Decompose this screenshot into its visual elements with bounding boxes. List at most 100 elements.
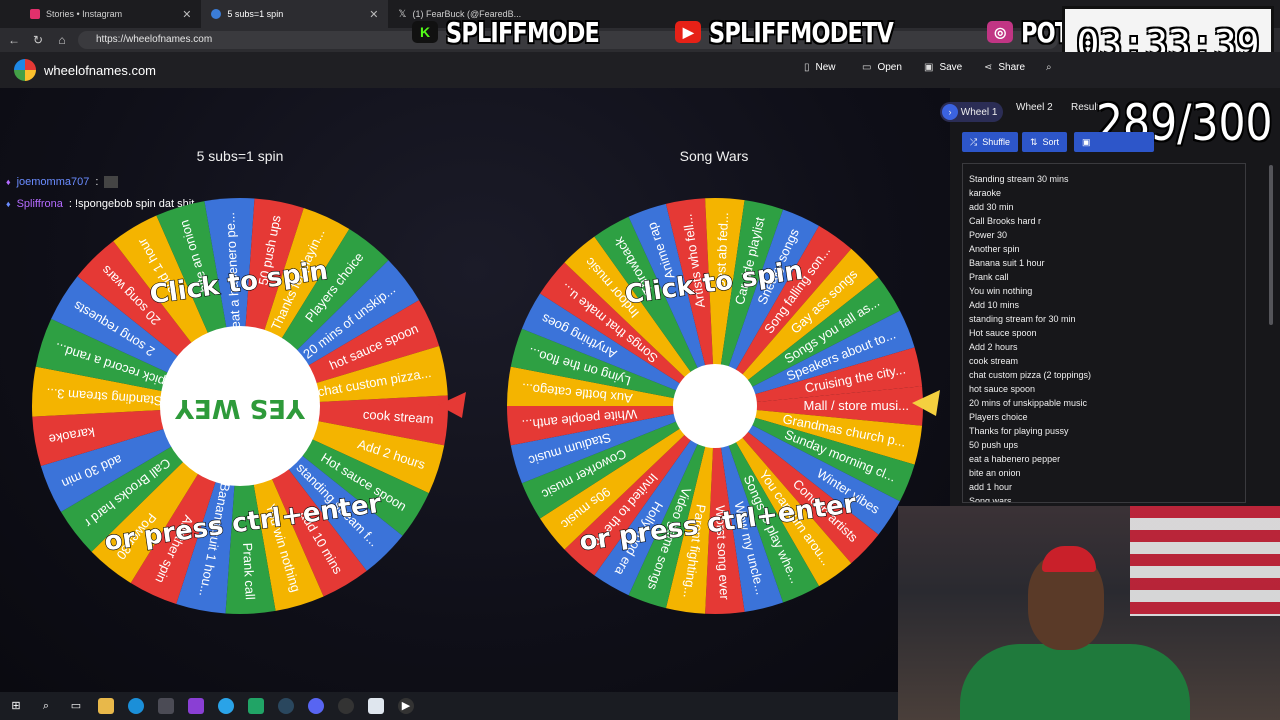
- entry-line[interactable]: Add 10 mins: [969, 298, 1239, 312]
- folder-icon[interactable]: [98, 698, 114, 714]
- tab-instagram[interactable]: Stories • Instagram ✕: [0, 0, 201, 28]
- obs-icon[interactable]: [338, 698, 354, 714]
- entry-line[interactable]: Call Brooks hard r: [969, 214, 1239, 228]
- tab-label: 5 subs=1 spin: [227, 9, 284, 19]
- entry-line[interactable]: bite an onion: [969, 466, 1239, 480]
- entry-line[interactable]: Thanks for playing pussy: [969, 424, 1239, 438]
- home-icon[interactable]: ⌂: [56, 33, 68, 47]
- wheel-2[interactable]: Mall / store musi...Grandmas church p...…: [505, 196, 925, 616]
- tab-label: Stories • Instagram: [46, 9, 123, 19]
- taskbar: ⊞ ⌕ ▭ ▶: [0, 692, 898, 720]
- back-icon[interactable]: ←: [8, 33, 20, 47]
- entry-line[interactable]: 50 push ups: [969, 438, 1239, 452]
- search-icon[interactable]: ⌕: [38, 698, 54, 714]
- emote-icon: [104, 176, 119, 188]
- share-label: Share: [998, 62, 1026, 73]
- brand-kick: SPLIFFMODE: [446, 15, 600, 49]
- discord-icon[interactable]: [308, 698, 324, 714]
- entries-scrollbar[interactable]: [1269, 165, 1273, 325]
- entry-line[interactable]: Hot sauce spoon: [969, 326, 1239, 340]
- webcam-feed: [898, 506, 1280, 720]
- chevron-right-icon: ›: [942, 104, 958, 120]
- entry-line[interactable]: hot sauce spoon: [969, 382, 1239, 396]
- entry-line[interactable]: Add 2 hours: [969, 340, 1239, 354]
- entry-line[interactable]: cook stream: [969, 354, 1239, 368]
- open-label: Open: [877, 62, 902, 73]
- entry-line[interactable]: Prank call: [969, 270, 1239, 284]
- media-icon[interactable]: ▶: [398, 698, 414, 714]
- chat-badge-icon: ♦: [6, 177, 11, 187]
- entry-line[interactable]: add 30 min: [969, 200, 1239, 214]
- entry-line[interactable]: chat custom pizza (2 toppings): [969, 368, 1239, 382]
- wheel-1-title: 5 subs=1 spin: [196, 148, 284, 164]
- entry-line[interactable]: Another spin: [969, 242, 1239, 256]
- close-icon[interactable]: ✕: [182, 8, 191, 21]
- windows-start-icon[interactable]: ⊞: [8, 698, 24, 714]
- wheel-2-pointer: [912, 390, 940, 416]
- site-header: wheelofnames.com: [0, 52, 1280, 88]
- search-icon: ⌕: [1046, 62, 1052, 73]
- entry-line[interactable]: standing stream for 30 min: [969, 312, 1239, 326]
- wheel-logo-icon: [14, 59, 36, 81]
- open-button[interactable]: ▭ Open: [862, 62, 902, 73]
- wheel-2-title: Song Wars: [679, 148, 749, 164]
- reload-icon[interactable]: ↻: [32, 33, 44, 47]
- image-button[interactable]: ▣: [1074, 132, 1154, 152]
- youtube-icon: ▶: [675, 21, 702, 43]
- app2-icon[interactable]: [248, 698, 264, 714]
- kick-icon: K: [412, 21, 438, 43]
- entry-line[interactable]: Standing stream 30 mins: [969, 172, 1239, 186]
- app3-icon[interactable]: [368, 698, 384, 714]
- new-button[interactable]: ▯ New: [804, 62, 836, 73]
- chat-badge-icon: ♦: [6, 199, 11, 209]
- tab-label: Wheel 1: [960, 107, 998, 118]
- entry-line[interactable]: 20 mins of unskippable music: [969, 396, 1239, 410]
- tab-wheel[interactable]: 5 subs=1 spin ✕: [201, 0, 389, 28]
- save-label: Save: [939, 62, 963, 73]
- webcam-person-shirt: [960, 644, 1190, 720]
- steam-icon[interactable]: [278, 698, 294, 714]
- tab-wheel-1[interactable]: › Wheel 1: [940, 102, 1004, 122]
- x-icon: 𝕏: [398, 8, 407, 20]
- browser-icon[interactable]: [218, 698, 234, 714]
- file-icon: ▯: [804, 62, 810, 73]
- chat-username: joemomma707: [16, 176, 90, 188]
- sort-button[interactable]: ⇅ Sort: [1022, 132, 1068, 152]
- instagram-icon: [30, 9, 40, 19]
- edge-icon[interactable]: [128, 698, 144, 714]
- chat-message: ♦ joemomma707 :: [6, 176, 119, 188]
- instagram-icon: ◎: [987, 21, 1014, 43]
- entry-line[interactable]: karaoke: [969, 186, 1239, 200]
- shuffle-label: Shuffle: [982, 137, 1011, 147]
- save-button[interactable]: ▣ Save: [924, 62, 962, 73]
- entry-line[interactable]: Song wars: [969, 494, 1239, 502]
- image-icon: ▣: [1082, 136, 1091, 147]
- wheel-1[interactable]: cook streamAdd 2 hoursHot sauce spoonsta…: [30, 196, 450, 616]
- shuffle-button[interactable]: ⤮ Shuffle: [962, 132, 1019, 152]
- share-button[interactable]: ⋖ Share: [984, 62, 1025, 73]
- flag-decor: [1130, 506, 1280, 616]
- entry-line[interactable]: You win nothing: [969, 284, 1239, 298]
- entry-line[interactable]: Power 30: [969, 228, 1239, 242]
- webcam-person-cap: [1042, 546, 1096, 572]
- sort-icon: ⇅: [1030, 136, 1038, 147]
- new-label: New: [815, 62, 836, 73]
- wheel-1-center-text: YES WEY: [174, 393, 306, 423]
- entry-line[interactable]: Players choice: [969, 410, 1239, 424]
- search-button[interactable]: ⌕: [1046, 62, 1052, 73]
- share-icon: ⋖: [984, 62, 993, 73]
- tab-wheel-2[interactable]: Wheel 2: [1016, 102, 1053, 113]
- sort-label: Sort: [1042, 137, 1060, 147]
- site-name[interactable]: wheelofnames.com: [44, 63, 156, 78]
- task-view-icon[interactable]: ▭: [68, 698, 84, 714]
- entry-line[interactable]: add 1 hour: [969, 480, 1239, 494]
- entry-line[interactable]: eat a habenero pepper: [969, 452, 1239, 466]
- entries-textarea[interactable]: Standing stream 30 mins karaoke add 30 min…: [962, 163, 1246, 503]
- app-icon[interactable]: [188, 698, 204, 714]
- store-icon[interactable]: [158, 698, 174, 714]
- brand-youtube: SPLIFFMODETV: [709, 15, 894, 49]
- entry-line[interactable]: Banana suit 1 hour: [969, 256, 1239, 270]
- close-icon[interactable]: ✕: [369, 8, 378, 21]
- wheel-1-pointer: [438, 392, 466, 418]
- wheel-2-center[interactable]: [673, 364, 757, 448]
